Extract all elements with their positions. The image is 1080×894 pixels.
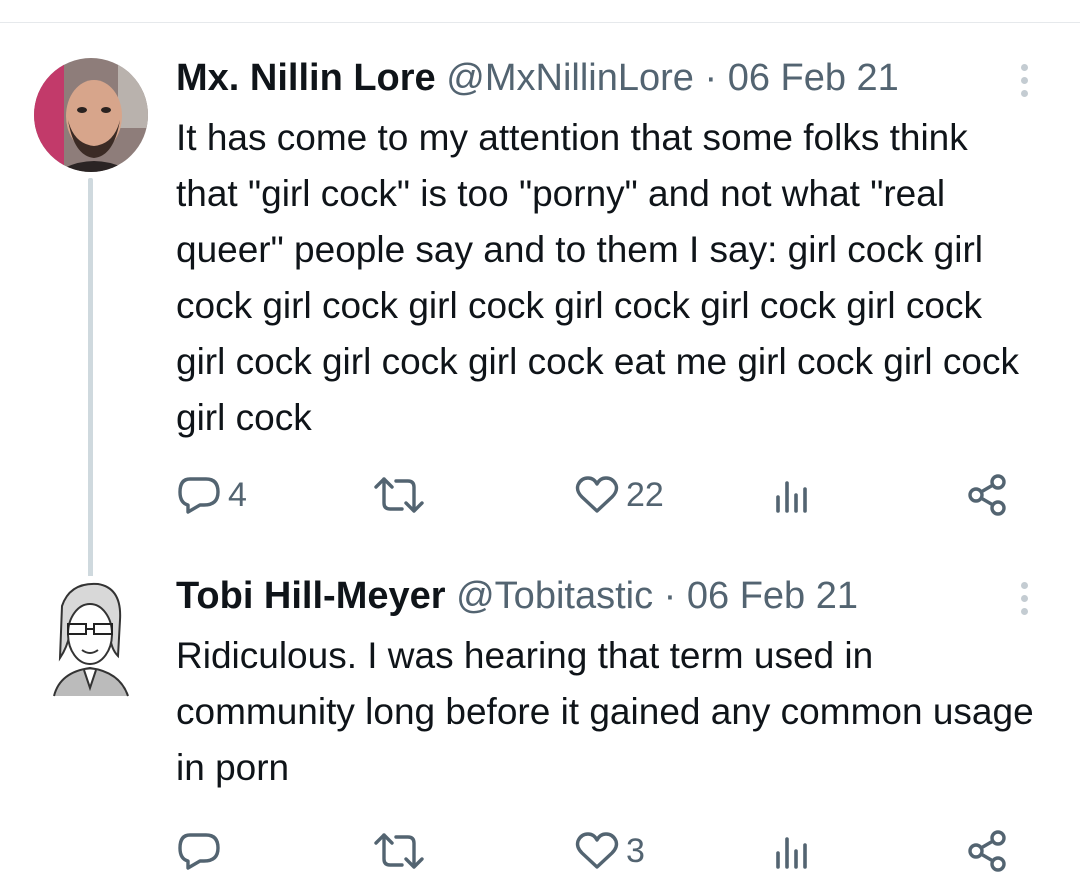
tweet-date[interactable]: 06 Feb 21 (687, 575, 858, 617)
like-button[interactable]: 3 (574, 826, 645, 876)
author-handle[interactable]: @Tobitastic (456, 575, 653, 617)
share-icon (968, 474, 1006, 516)
tweet-header: Tobi Hill-Meyer @Tobitastic · 06 Feb 21 (176, 574, 996, 618)
share-button[interactable] (966, 826, 1010, 876)
heart-icon (575, 476, 619, 513)
action-bar: 4 22 (176, 470, 1036, 520)
like-button[interactable]: 22 (574, 470, 664, 520)
more-icon[interactable] (1012, 60, 1036, 100)
like-count: 3 (626, 832, 645, 870)
like-count: 22 (626, 476, 664, 514)
more-icon[interactable] (1012, 578, 1036, 618)
views-button[interactable] (772, 826, 812, 876)
views-icon (776, 481, 807, 513)
views-button[interactable] (772, 470, 812, 520)
share-icon (968, 830, 1006, 872)
reply-button[interactable] (176, 826, 228, 876)
author-name[interactable]: Mx. Nillin Lore (176, 57, 436, 99)
separator: · (663, 575, 677, 617)
action-bar: 3 (176, 826, 1036, 876)
author-name[interactable]: Tobi Hill-Meyer (176, 575, 446, 617)
top-divider (0, 22, 1080, 23)
thread-line (88, 178, 93, 633)
retweet-icon (374, 833, 424, 869)
reply-icon (178, 833, 220, 870)
retweet-icon (374, 477, 424, 513)
retweet-button[interactable] (372, 826, 426, 876)
tweet-text: It has come to my attention that some fo… (176, 117, 1030, 438)
tweet[interactable]: Mx. Nillin Lore @MxNillinLore · 06 Feb 2… (0, 56, 1080, 633)
share-button[interactable] (966, 470, 1010, 520)
reply-icon (178, 477, 220, 514)
retweet-button[interactable] (372, 470, 426, 520)
tweet-date[interactable]: 06 Feb 21 (728, 57, 899, 99)
tweet-text: Ridiculous. I was hearing that term used… (176, 635, 1044, 788)
avatar[interactable] (34, 58, 148, 172)
separator: · (704, 57, 718, 99)
views-icon (776, 837, 807, 869)
author-handle[interactable]: @MxNillinLore (446, 57, 694, 99)
avatar[interactable] (40, 576, 140, 700)
reply-count: 4 (228, 476, 247, 514)
reply-button[interactable]: 4 (176, 470, 247, 520)
tweet-header: Mx. Nillin Lore @MxNillinLore · 06 Feb 2… (176, 56, 996, 100)
tweet[interactable]: Tobi Hill-Meyer @Tobitastic · 06 Feb 21 … (0, 574, 1080, 894)
heart-icon (575, 832, 619, 869)
